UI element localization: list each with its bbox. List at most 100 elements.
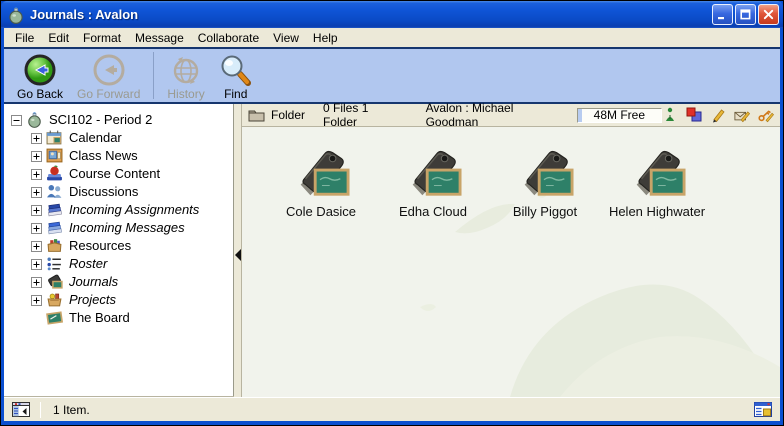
- statusbar-separator: [40, 402, 41, 418]
- go-back-icon: [23, 52, 57, 87]
- navigation-tree: SCI102 - Period 2 Calendar Class News: [4, 104, 234, 397]
- envelope-pencil-button[interactable]: [734, 107, 750, 123]
- history-label: History: [167, 87, 204, 101]
- window-body: File Edit Format Message Collaborate Vie…: [4, 28, 780, 421]
- key-pencil-button[interactable]: [758, 107, 774, 123]
- projects-basket-icon: [46, 291, 63, 308]
- collapse-panel-arrow-icon[interactable]: [234, 248, 242, 267]
- layout-panes-button[interactable]: [754, 402, 772, 417]
- go-forward-button: Go Forward: [70, 49, 147, 102]
- go-back-button[interactable]: Go Back: [10, 49, 70, 102]
- expand-plus-icon[interactable]: [31, 150, 42, 161]
- tree-item-label: Incoming Assignments: [69, 202, 199, 217]
- tree-item-calendar[interactable]: Calendar: [4, 128, 233, 146]
- expand-plus-icon[interactable]: [31, 294, 42, 305]
- journal-book-icon: [516, 143, 574, 201]
- toggle-tree-panel-button[interactable]: [12, 402, 30, 417]
- free-space-label: 48M Free: [594, 108, 645, 122]
- book-stack-icon: [46, 201, 63, 218]
- person-button[interactable]: [662, 107, 678, 123]
- folder-panel: Folder 0 Files 1 Folder Avalon : Michael…: [242, 104, 780, 397]
- expand-plus-icon[interactable]: [31, 132, 42, 143]
- status-bar: 1 Item.: [4, 397, 780, 421]
- expand-plus-icon[interactable]: [31, 186, 42, 197]
- folder-icon: [248, 108, 265, 122]
- account-name: Avalon : Michael Goodman: [426, 101, 559, 129]
- tree-item-label: Incoming Messages: [69, 220, 185, 235]
- tree-item-journals[interactable]: Journals: [4, 272, 233, 290]
- tree-item-label: Resources: [69, 238, 131, 253]
- find-button[interactable]: Find: [212, 49, 260, 102]
- tree-item-roster[interactable]: Roster: [4, 254, 233, 272]
- tree-item-label: Roster: [69, 256, 107, 271]
- book-stack-icon: [46, 219, 63, 236]
- tree-item-label: Class News: [69, 148, 138, 163]
- toolbar-separator: [153, 52, 154, 99]
- journal-name: Billy Piggot: [513, 204, 577, 219]
- pencil-button[interactable]: [710, 107, 726, 123]
- discussions-people-icon: [46, 183, 63, 200]
- toolbar: Go Back Go Forward: [4, 47, 780, 104]
- maximize-button[interactable]: [735, 4, 756, 25]
- tree-item-discussions[interactable]: Discussions: [4, 182, 233, 200]
- journal-item-cole[interactable]: Cole Dasice: [272, 143, 370, 219]
- expand-plus-icon[interactable]: [31, 168, 42, 179]
- menu-collaborate[interactable]: Collaborate: [191, 30, 266, 46]
- menu-format[interactable]: Format: [76, 30, 128, 46]
- app-window: Journals : Avalon File Edit Format Messa…: [0, 0, 784, 426]
- menu-view[interactable]: View: [266, 30, 306, 46]
- item-count-text: 1 Item.: [53, 403, 90, 417]
- menu-message[interactable]: Message: [128, 30, 191, 46]
- tree-item-the-board[interactable]: The Board: [4, 308, 233, 326]
- apple-books-icon: [46, 165, 63, 182]
- menu-help[interactable]: Help: [306, 30, 345, 46]
- menu-file[interactable]: File: [8, 30, 41, 46]
- expand-plus-icon[interactable]: [31, 276, 42, 287]
- tree-item-class-news[interactable]: Class News: [4, 146, 233, 164]
- free-space-meter: 48M Free: [577, 108, 662, 123]
- history-button: History: [160, 49, 211, 102]
- tree-item-incoming-messages[interactable]: Incoming Messages: [4, 218, 233, 236]
- tree-item-projects[interactable]: Projects: [4, 290, 233, 308]
- tree-item-incoming-assignments[interactable]: Incoming Assignments: [4, 200, 233, 218]
- overlap-squares-button[interactable]: [686, 107, 702, 123]
- tree-root-course[interactable]: SCI102 - Period 2: [4, 110, 233, 128]
- tree-item-resources[interactable]: Resources: [4, 236, 233, 254]
- journal-item-billy[interactable]: Billy Piggot: [496, 143, 594, 219]
- folder-actions: [662, 107, 774, 123]
- expand-plus-icon[interactable]: [31, 258, 42, 269]
- journal-item-helen[interactable]: Helen Highwater: [608, 143, 706, 219]
- tree-item-course-content[interactable]: Course Content: [4, 164, 233, 182]
- minimize-button[interactable]: [712, 4, 733, 25]
- tree-item-label: Calendar: [69, 130, 122, 145]
- journal-book-icon: [404, 143, 462, 201]
- journal-book-icon: [46, 273, 63, 290]
- go-forward-label: Go Forward: [77, 87, 140, 101]
- menu-edit[interactable]: Edit: [41, 30, 76, 46]
- folder-type-label: Folder: [271, 108, 305, 122]
- tree-item-label: Discussions: [69, 184, 138, 199]
- chalkboard-icon: [46, 309, 63, 326]
- window-title: Journals : Avalon: [30, 7, 712, 22]
- tree-root-label: SCI102 - Period 2: [49, 112, 152, 127]
- tree-item-label: Course Content: [69, 166, 160, 181]
- close-button[interactable]: [758, 4, 779, 25]
- flask-icon: [26, 111, 43, 128]
- history-globe-icon: [169, 52, 203, 87]
- expand-plus-icon[interactable]: [31, 204, 42, 215]
- journal-name: Cole Dasice: [286, 204, 356, 219]
- free-space-fill: [578, 109, 582, 122]
- journal-name: Helen Highwater: [609, 204, 705, 219]
- collapse-minus-icon[interactable]: [11, 114, 22, 125]
- journal-name: Edha Cloud: [399, 204, 467, 219]
- flask-app-icon: [7, 6, 25, 24]
- expand-plus-icon[interactable]: [31, 240, 42, 251]
- journal-book-icon: [292, 143, 350, 201]
- tree-item-label: Projects: [69, 292, 116, 307]
- expand-plus-icon[interactable]: [31, 222, 42, 233]
- main-area: SCI102 - Period 2 Calendar Class News: [4, 104, 780, 397]
- panel-splitter[interactable]: [234, 104, 242, 397]
- calendar-icon: [46, 129, 63, 146]
- journal-item-edha[interactable]: Edha Cloud: [384, 143, 482, 219]
- journal-book-icon: [628, 143, 686, 201]
